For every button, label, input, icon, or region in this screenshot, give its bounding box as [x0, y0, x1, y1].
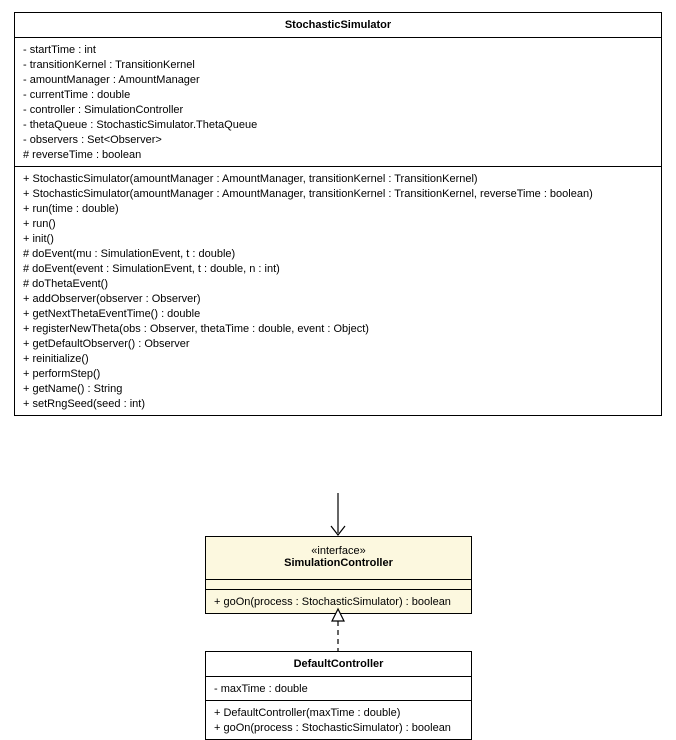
attribute: - currentTime : double — [23, 87, 653, 102]
class-title: StochasticSimulator — [15, 13, 661, 38]
operation: + StochasticSimulator(amountManager : Am… — [23, 171, 653, 186]
class-simulation-controller: «interface» SimulationController + goOn(… — [205, 536, 472, 614]
operation: + performStep() — [23, 366, 653, 381]
operation: + getDefaultObserver() : Observer — [23, 336, 653, 351]
attribute: - startTime : int — [23, 42, 653, 57]
attribute: - controller : SimulationController — [23, 102, 653, 117]
operation: + getNextThetaEventTime() : double — [23, 306, 653, 321]
operation: # doEvent(event : SimulationEvent, t : d… — [23, 261, 653, 276]
operation: + registerNewTheta(obs : Observer, theta… — [23, 321, 653, 336]
operations-section: + DefaultController(maxTime : double) + … — [206, 701, 471, 739]
operation: + init() — [23, 231, 653, 246]
stereotype: «interface» — [214, 541, 463, 557]
class-default-controller: DefaultController - maxTime : double + D… — [205, 651, 472, 740]
attribute: # reverseTime : boolean — [23, 147, 653, 162]
class-stochastic-simulator: StochasticSimulator - startTime : int - … — [14, 12, 662, 416]
operation: + addObserver(observer : Observer) — [23, 291, 653, 306]
operations-section: + StochasticSimulator(amountManager : Am… — [15, 167, 661, 415]
operation: + run(time : double) — [23, 201, 653, 216]
attributes-section — [206, 580, 471, 590]
attribute: - maxTime : double — [214, 681, 463, 696]
title-section: «interface» SimulationController — [206, 537, 471, 580]
attributes-section: - startTime : int - transitionKernel : T… — [15, 38, 661, 167]
attribute: - transitionKernel : TransitionKernel — [23, 57, 653, 72]
operation: + StochasticSimulator(amountManager : Am… — [23, 186, 653, 201]
operation: # doThetaEvent() — [23, 276, 653, 291]
operation: # doEvent(mu : SimulationEvent, t : doub… — [23, 246, 653, 261]
attribute: - thetaQueue : StochasticSimulator.Theta… — [23, 117, 653, 132]
operation: + reinitialize() — [23, 351, 653, 366]
attributes-section: - maxTime : double — [206, 677, 471, 701]
operation: + setRngSeed(seed : int) — [23, 396, 653, 411]
realization-arrow — [328, 609, 348, 653]
operation: + goOn(process : StochasticSimulator) : … — [214, 594, 463, 609]
class-title: DefaultController — [206, 652, 471, 677]
attribute: - observers : Set<Observer> — [23, 132, 653, 147]
operation: + getName() : String — [23, 381, 653, 396]
operation: + DefaultController(maxTime : double) — [214, 705, 463, 720]
operation: + goOn(process : StochasticSimulator) : … — [214, 720, 463, 735]
class-title: SimulationController — [214, 557, 463, 575]
operation: + run() — [23, 216, 653, 231]
operations-section: + goOn(process : StochasticSimulator) : … — [206, 590, 471, 613]
attribute: - amountManager : AmountManager — [23, 72, 653, 87]
